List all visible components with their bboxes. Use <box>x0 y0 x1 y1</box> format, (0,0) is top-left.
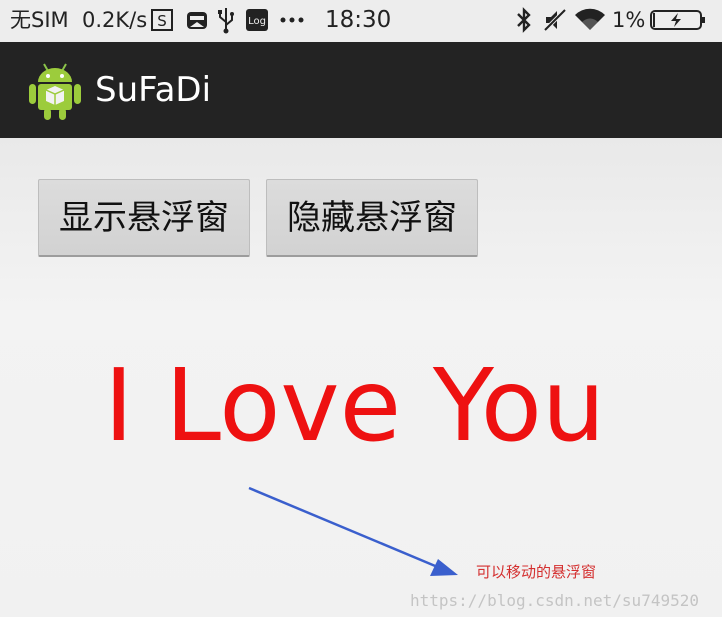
arrow-annotation <box>248 486 458 576</box>
app-title: SuFaDi <box>95 70 212 110</box>
wifi-icon <box>575 8 605 31</box>
svg-text:S: S <box>157 12 167 30</box>
carrier-label: 无SIM <box>10 8 69 32</box>
battery-percent: 1% <box>612 8 646 32</box>
android-icon <box>29 63 81 120</box>
watermark: https://blog.csdn.net/su749520 <box>410 591 699 610</box>
mute-icon <box>543 8 567 32</box>
vivo-app-icon <box>187 12 207 29</box>
svg-text:Log: Log <box>248 16 266 27</box>
log-icon: Log <box>246 9 268 31</box>
screenshot-icon: S <box>151 9 173 31</box>
action-bar: SuFaDi <box>0 42 722 138</box>
main-content: 显示悬浮窗 隐藏悬浮窗 I Love You 可以移动的悬浮窗 https://… <box>0 138 722 617</box>
float-window-annotation: 可以移动的悬浮窗 <box>476 563 597 581</box>
status-bar: 无SIM 0.2K/s S Log 18:30 1% <box>0 0 722 42</box>
more-icon <box>280 17 304 23</box>
usb-icon <box>218 8 234 34</box>
network-speed: 0.2K/s <box>82 8 148 32</box>
status-time: 18:30 <box>325 7 392 33</box>
bluetooth-icon <box>517 7 531 33</box>
battery-charging-icon <box>650 10 705 30</box>
